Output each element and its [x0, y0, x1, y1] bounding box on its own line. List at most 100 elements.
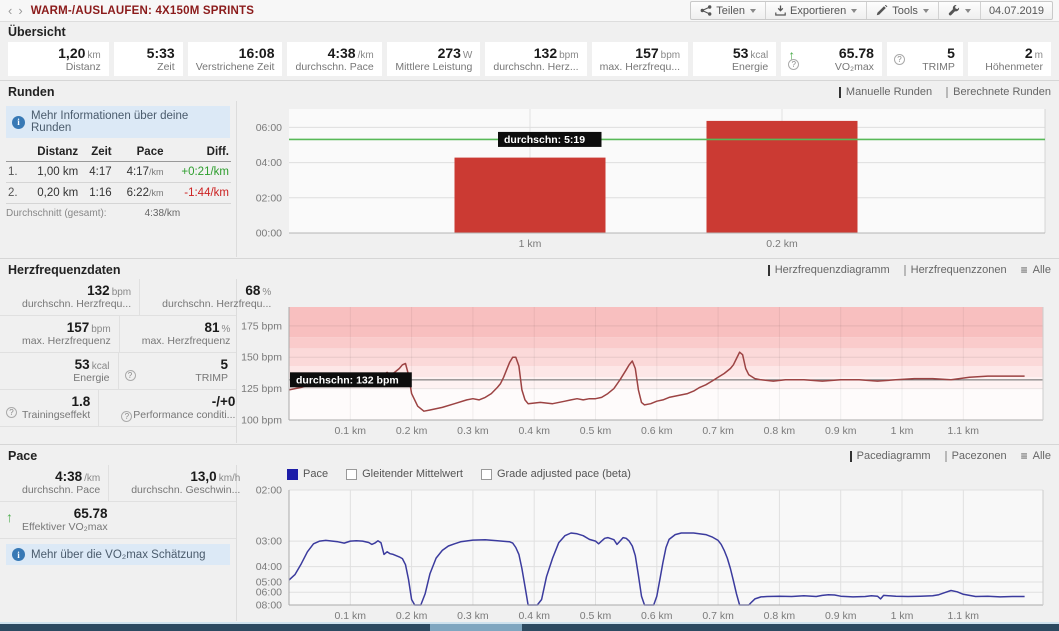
- pace-legend: Pace Gleitender Mittelwert Grade adjuste…: [237, 465, 1059, 483]
- link-pace-all[interactable]: ≡ Alle: [1021, 449, 1051, 463]
- stat-avg-hr: 132 bpm durchschn. Herz...: [485, 42, 587, 76]
- stat-max-hr-bpm: 157 bpm max. Herzfrequenz: [22, 320, 111, 347]
- info-icon: i: [12, 115, 25, 129]
- svg-text:0.6 km: 0.6 km: [641, 425, 673, 437]
- svg-text:1.1 km: 1.1 km: [948, 425, 980, 437]
- legend-moving-average[interactable]: Gleitender Mittelwert: [346, 468, 463, 480]
- svg-text:0.4 km: 0.4 km: [518, 610, 550, 622]
- share-button[interactable]: Teilen: [691, 2, 765, 19]
- laps-panel: i Mehr Informationen über deine Runden D…: [0, 101, 237, 257]
- section-pace: Pace Pacediagramm Pacezonen ≡ Alle 4:38/k…: [0, 444, 1059, 622]
- link-manual-laps[interactable]: Manuelle Runden: [838, 86, 932, 98]
- svg-text:06:00: 06:00: [256, 122, 282, 134]
- scrollbar-thumb[interactable]: [430, 624, 522, 631]
- stat-performance-condition: -/+0? Performance conditi...: [98, 390, 243, 426]
- svg-text:0.6 km: 0.6 km: [641, 610, 673, 622]
- svg-text:08:00: 08:00: [256, 600, 282, 612]
- help-icon[interactable]: ?: [124, 370, 136, 381]
- col-time: Zeit: [80, 143, 114, 162]
- svg-text:04:00: 04:00: [256, 561, 282, 573]
- svg-text:0.8 km: 0.8 km: [764, 610, 796, 622]
- section-overview: Übersicht 1,20 km Distanz 5:33 Zeit 16:08 Ve…: [0, 22, 1059, 80]
- svg-text:125 bpm: 125 bpm: [241, 383, 282, 395]
- help-icon[interactable]: ?: [121, 411, 133, 422]
- section-heart-rate: Herzfrequenzdaten Herzfrequenzdiagramm H…: [0, 258, 1059, 444]
- stat-trimp: ? 5 TRIMP: [886, 42, 963, 76]
- next-activity-icon[interactable]: ›: [16, 2, 24, 20]
- stat-avg-pace-detail: 4:38/km durchschn. Pace: [22, 469, 101, 496]
- vo2max-info-banner[interactable]: i Mehr über die VO₂max Schätzung: [6, 544, 230, 565]
- svg-text:150 bpm: 150 bpm: [241, 352, 282, 364]
- link-pace-zones[interactable]: Pacezonen: [944, 450, 1007, 462]
- stat-avg-speed: 13,0 km/h durchschn. Geschwin...: [108, 465, 248, 501]
- svg-text:175 bpm: 175 bpm: [241, 320, 282, 332]
- help-icon[interactable]: ?: [893, 54, 905, 65]
- svg-text:0.5 km: 0.5 km: [580, 610, 612, 622]
- col-pace: Pace: [113, 143, 166, 162]
- menu-icon: ≡: [1020, 449, 1028, 463]
- vo2max-info-text: Mehr über die VO₂max Schätzung: [31, 548, 206, 561]
- laps-bar-chart[interactable]: 00:00 02:00 04:00 06:00 1 km 0.2 km durchschn:…: [237, 101, 1057, 257]
- caret-down-icon: [749, 8, 756, 13]
- wrench-icon: [948, 5, 960, 16]
- svg-text:0.9 km: 0.9 km: [825, 425, 857, 437]
- overview-heading: Übersicht: [8, 25, 66, 39]
- toolbar-button-group: Teilen Exportieren Tools 04.07.2019: [690, 1, 1053, 20]
- lap-row[interactable]: 2. 0,20 km 1:16 6:22/km -1:44/km: [6, 182, 231, 204]
- laps-table: Distanz Zeit Pace Diff. 1. 1,00 km 4:17 …: [6, 143, 231, 204]
- svg-text:0.7 km: 0.7 km: [702, 610, 734, 622]
- svg-text:02:00: 02:00: [256, 485, 282, 497]
- pace-heading: Pace: [8, 449, 38, 463]
- lap-row[interactable]: 1. 1,00 km 4:17 4:17/km +0:21/km: [6, 161, 231, 183]
- stat-distance: 1,20 km Distanz: [8, 42, 109, 76]
- legend-grade-adjusted[interactable]: Grade adjusted pace (beta): [480, 468, 631, 480]
- svg-text:06:00: 06:00: [256, 587, 282, 599]
- heart-rate-chart[interactable]: 100 bpm 125 bpm 150 bpm 175 bpm 0.1 km 0.2 km…: [237, 279, 1057, 443]
- help-icon[interactable]: ?: [788, 59, 800, 70]
- checkbox-icon: [480, 468, 492, 480]
- link-hr-chart[interactable]: Herzfrequenzdiagramm: [767, 264, 890, 276]
- svg-text:1 km: 1 km: [891, 425, 914, 437]
- caret-down-icon: [964, 8, 971, 13]
- link-calculated-laps[interactable]: Berechnete Runden: [946, 86, 1051, 98]
- stat-energy: 53 kcal Energie: [693, 42, 777, 76]
- svg-text:0.4 km: 0.4 km: [518, 425, 550, 437]
- checkbox-icon: [346, 468, 358, 480]
- tools-label: Tools: [892, 4, 918, 17]
- laps-info-text: Mehr Informationen über deine Runden: [31, 110, 189, 134]
- section-laps: Runden Manuelle Runden Berechnete Runden…: [0, 80, 1059, 258]
- svg-text:0.7 km: 0.7 km: [702, 425, 734, 437]
- svg-text:100 bpm: 100 bpm: [241, 415, 282, 427]
- svg-text:1 km: 1 km: [519, 238, 542, 250]
- svg-text:0.2 km: 0.2 km: [396, 425, 428, 437]
- link-pace-chart[interactable]: Pacediagramm: [849, 450, 931, 462]
- export-button[interactable]: Exportieren: [764, 2, 866, 19]
- tools-button[interactable]: Tools: [866, 2, 938, 19]
- svg-text:0.2 km: 0.2 km: [766, 238, 798, 250]
- settings-button[interactable]: [937, 2, 980, 19]
- stat-avg-hr-bpm: 132 bpm durchschn. Herzfrequ...: [22, 283, 132, 310]
- help-icon[interactable]: ?: [6, 407, 17, 418]
- laps-info-banner[interactable]: i Mehr Informationen über deine Runden: [6, 106, 230, 138]
- svg-text:03:00: 03:00: [256, 536, 282, 548]
- stat-energy-kcal: 53 kcal Energie: [73, 357, 110, 384]
- svg-text:1.1 km: 1.1 km: [948, 610, 980, 622]
- activity-page: ‹ › WARM-/AUSLAUFEN: 4X150M SPRINTS Teil…: [0, 0, 1059, 631]
- stat-elevation: 2 m Höhenmeter: [967, 42, 1052, 76]
- link-hr-zones[interactable]: Herzfrequenzzonen: [903, 264, 1007, 276]
- svg-text:0.9 km: 0.9 km: [825, 610, 857, 622]
- svg-text:0.3 km: 0.3 km: [457, 425, 489, 437]
- svg-text:1 km: 1 km: [891, 610, 914, 622]
- export-label: Exportieren: [789, 4, 847, 17]
- prev-activity-icon[interactable]: ‹: [6, 2, 14, 20]
- link-hr-all[interactable]: ≡ Alle: [1021, 263, 1051, 277]
- laps-heading: Runden: [8, 85, 55, 99]
- pace-chart[interactable]: 02:0003:0004:0005:0006:0008:000.1 km 0.2 …: [237, 483, 1057, 623]
- activity-title: WARM-/AUSLAUFEN: 4X150M SPRINTS: [30, 4, 255, 17]
- top-toolbar: ‹ › WARM-/AUSLAUFEN: 4X150M SPRINTS Teil…: [0, 0, 1059, 22]
- svg-text:02:00: 02:00: [256, 192, 282, 204]
- trend-up-icon: ↑: [6, 509, 13, 525]
- bottom-scrollbar[interactable]: [0, 622, 1059, 631]
- svg-text:0.1 km: 0.1 km: [335, 610, 367, 622]
- legend-pace[interactable]: Pace: [287, 468, 328, 480]
